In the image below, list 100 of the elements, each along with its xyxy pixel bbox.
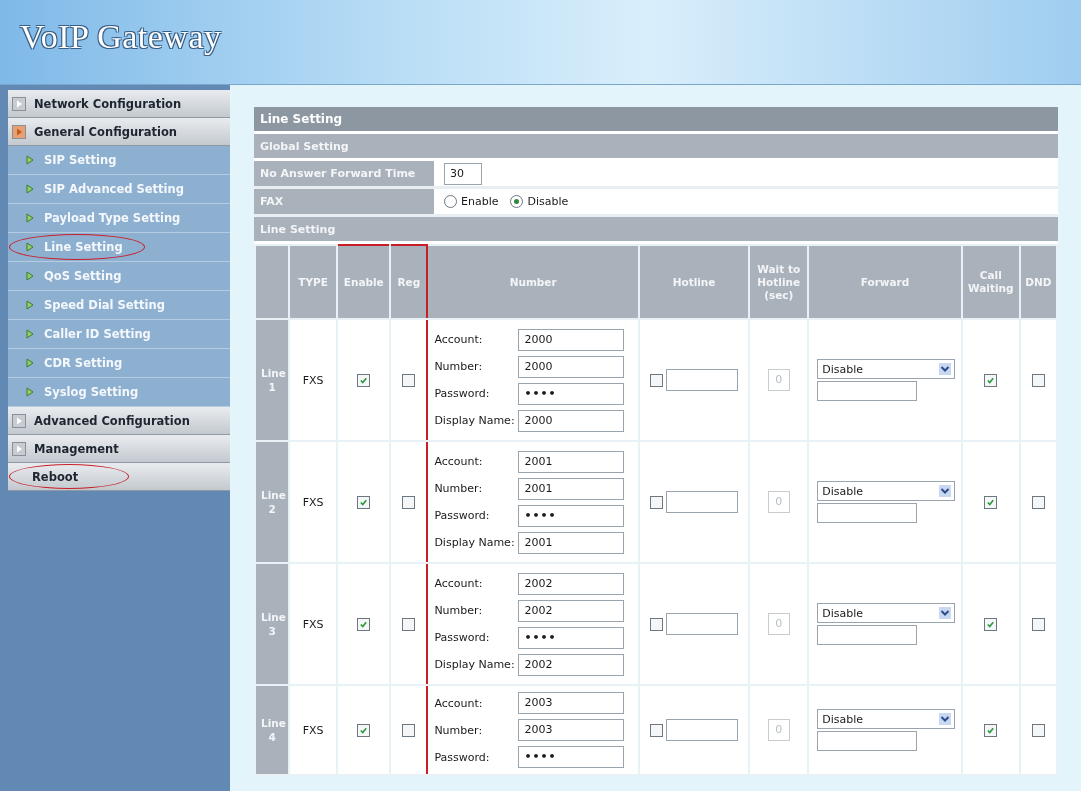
field-label: Password: xyxy=(434,387,491,400)
input-field[interactable]: 2001 xyxy=(518,477,625,500)
section-title: Line Setting xyxy=(254,217,1058,244)
checkbox[interactable] xyxy=(650,723,664,737)
radio-button[interactable] xyxy=(510,195,524,208)
input-field[interactable] xyxy=(817,381,918,401)
table-cell: FXS xyxy=(289,319,338,441)
checkbox[interactable] xyxy=(984,495,998,509)
checkbox[interactable] xyxy=(402,723,416,737)
password-field[interactable]: •••• xyxy=(518,746,625,768)
line-label: Line 4 xyxy=(261,716,284,744)
field-label: Number: xyxy=(434,723,484,737)
checkbox[interactable] xyxy=(650,373,664,387)
checkbox[interactable] xyxy=(650,495,664,509)
field-label: Display Name: xyxy=(434,536,516,549)
bullet-arrow-icon xyxy=(26,242,34,252)
bullet-arrow-icon xyxy=(26,155,34,165)
checkbox[interactable] xyxy=(402,495,416,509)
input-field[interactable] xyxy=(666,491,739,513)
checkbox[interactable] xyxy=(1031,617,1045,631)
radio-option[interactable]: Disable xyxy=(510,195,569,208)
sidebar-item[interactable]: Reboot xyxy=(8,463,230,491)
bullet-arrow-icon xyxy=(26,387,34,397)
input-field[interactable] xyxy=(666,369,739,391)
checkbox[interactable] xyxy=(1031,373,1045,387)
dropdown-arrow-icon xyxy=(939,713,952,725)
field-label: Display Name: xyxy=(434,414,516,427)
input-field: 0 xyxy=(767,613,790,635)
column-header: DND xyxy=(1019,245,1057,319)
sidebar-group[interactable]: General Configuration xyxy=(8,118,230,146)
input-field[interactable] xyxy=(817,503,918,523)
bullet-arrow-icon xyxy=(26,213,34,223)
checkbox[interactable] xyxy=(1031,723,1045,737)
panel-title: Line Setting xyxy=(254,107,1058,134)
sidebar-group[interactable]: Network Configuration xyxy=(8,90,230,118)
field-label: No Answer Forward Time xyxy=(254,161,437,186)
radio-button[interactable] xyxy=(444,195,457,208)
checkmark-icon xyxy=(986,375,996,385)
bullet-arrow-icon xyxy=(26,329,34,339)
forward-select[interactable]: Disable xyxy=(817,481,956,501)
checkbox[interactable] xyxy=(402,373,416,387)
checkbox[interactable] xyxy=(402,617,416,631)
password-field[interactable]: •••• xyxy=(518,504,625,527)
column-header: Number xyxy=(427,245,639,319)
input-field[interactable]: 2001 xyxy=(518,450,625,473)
checkbox[interactable] xyxy=(1031,495,1045,509)
checkmark-icon xyxy=(359,725,369,735)
input-field: 0 xyxy=(767,719,790,741)
dropdown-arrow-icon xyxy=(939,607,952,619)
checkbox[interactable] xyxy=(984,373,998,387)
input-field[interactable] xyxy=(666,613,739,635)
checkbox[interactable] xyxy=(357,617,371,631)
field-label: FAX xyxy=(254,189,437,214)
password-field[interactable]: •••• xyxy=(518,382,625,405)
input-field[interactable] xyxy=(817,731,918,751)
input-field[interactable] xyxy=(817,625,918,645)
input-field[interactable]: 2000 xyxy=(518,409,625,432)
checkbox[interactable] xyxy=(984,723,998,737)
checkbox[interactable] xyxy=(650,617,664,631)
input-field[interactable]: 2002 xyxy=(518,572,625,595)
sidebar-group[interactable]: Advanced Configuration xyxy=(8,407,230,435)
sidebar-group[interactable]: Management xyxy=(8,435,230,463)
forward-select[interactable]: Disable xyxy=(817,603,956,623)
dropdown-arrow-icon xyxy=(939,485,952,497)
checkmark-icon xyxy=(359,375,369,385)
column-header: Call Waiting xyxy=(961,245,1020,319)
forward-select[interactable]: Disable xyxy=(817,359,956,379)
table-cell: FXS xyxy=(289,563,338,685)
checkbox[interactable] xyxy=(357,723,371,737)
field-label: Account: xyxy=(434,455,484,468)
app-title: VoIP Gateway xyxy=(20,18,222,56)
line-label: Line 3 xyxy=(261,610,284,638)
input-field: 0 xyxy=(767,369,790,391)
radio-option[interactable]: Enable xyxy=(444,195,499,208)
dropdown-arrow-icon xyxy=(939,363,952,375)
field-label: Account: xyxy=(434,696,484,710)
field-label: Password: xyxy=(434,509,491,522)
forward-select[interactable]: Disable xyxy=(817,709,956,729)
field-label: Password: xyxy=(434,631,491,644)
field-label: Number: xyxy=(434,360,484,373)
input-field[interactable] xyxy=(666,719,739,741)
bullet-arrow-icon xyxy=(26,358,34,368)
password-field[interactable]: •••• xyxy=(518,626,625,649)
column-header: Forward xyxy=(808,245,962,319)
input-field[interactable]: 2000 xyxy=(518,355,625,378)
checkmark-icon xyxy=(986,725,996,735)
input-field[interactable]: 2001 xyxy=(518,531,625,554)
checkbox[interactable] xyxy=(984,617,998,631)
checkmark-icon xyxy=(986,619,996,629)
input-field[interactable]: 2002 xyxy=(518,653,625,676)
input-field[interactable]: 2003 xyxy=(518,719,625,741)
checkbox[interactable] xyxy=(357,373,371,387)
checkbox[interactable] xyxy=(357,495,371,509)
field-label: Number: xyxy=(434,604,484,617)
line-label: Line 1 xyxy=(261,366,284,394)
column-header: Reg xyxy=(390,245,428,319)
input-field[interactable]: 2003 xyxy=(518,692,625,714)
input-field[interactable]: 30 xyxy=(444,162,482,185)
input-field[interactable]: 2000 xyxy=(518,328,625,351)
input-field[interactable]: 2002 xyxy=(518,599,625,622)
